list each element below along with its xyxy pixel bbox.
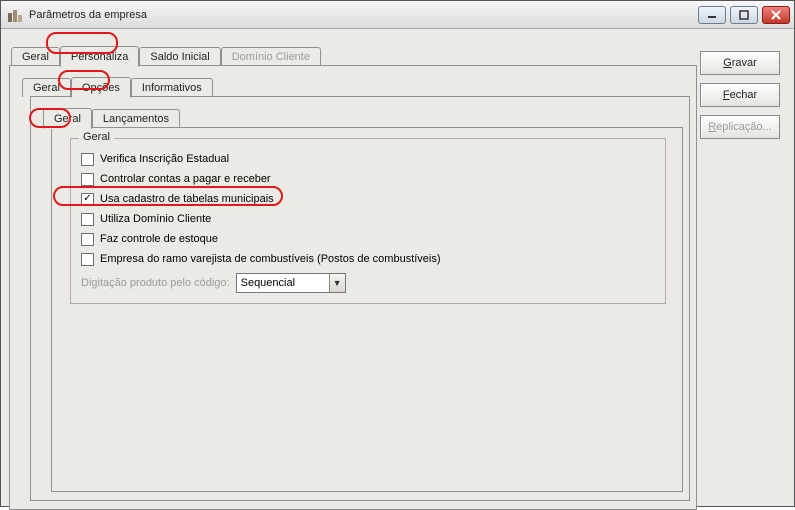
client-area: Gravar Fechar Replicação... Geral Person… xyxy=(1,29,794,506)
group-legend: Geral xyxy=(79,131,114,143)
close-button[interactable] xyxy=(762,6,790,24)
chk-controlar-contas-label: Controlar contas a pagar e receber xyxy=(100,173,271,185)
inner-panel: Geral Verifica Inscrição Estadual Contro… xyxy=(51,127,683,492)
digitacao-combo[interactable]: Sequencial ▼ xyxy=(236,273,346,293)
tab-outer-dominio-cliente: Domínio Cliente xyxy=(221,47,321,66)
group-geral: Geral Verifica Inscrição Estadual Contro… xyxy=(70,138,666,304)
digitacao-label: Digitação produto pelo código: xyxy=(81,277,230,289)
titlebar: Parâmetros da empresa xyxy=(1,1,794,29)
tab-outer-geral[interactable]: Geral xyxy=(11,47,60,66)
mid-panel: Geral Lançamentos Geral Verifica Inscriç… xyxy=(30,96,690,501)
chk-ramo-combustiveis[interactable] xyxy=(81,253,94,266)
chk-controlar-contas[interactable] xyxy=(81,173,94,186)
inner-tabstrip: Geral Lançamentos xyxy=(41,105,689,127)
tab-inner-geral[interactable]: Geral xyxy=(43,108,92,129)
chevron-down-icon: ▼ xyxy=(329,274,345,292)
mid-tabstrip: Geral Opções Informativos xyxy=(20,74,696,96)
outer-tabstrip: Geral Personaliza Saldo Inicial Domínio … xyxy=(9,43,786,65)
chk-tabelas-municipais[interactable]: ✓ xyxy=(81,193,94,206)
maximize-button[interactable] xyxy=(730,6,758,24)
chk-controle-estoque-label: Faz controle de estoque xyxy=(100,233,218,245)
chk-controle-estoque[interactable] xyxy=(81,233,94,246)
tab-outer-personaliza[interactable]: Personaliza xyxy=(60,46,139,67)
outer-panel: Geral Opções Informativos Geral Lançamen… xyxy=(9,65,697,510)
window-title: Parâmetros da empresa xyxy=(29,9,698,21)
chk-verifica-inscricao-label: Verifica Inscrição Estadual xyxy=(100,153,229,165)
chk-verifica-inscricao[interactable] xyxy=(81,153,94,166)
tab-mid-opcoes[interactable]: Opções xyxy=(71,77,131,98)
digitacao-combo-value: Sequencial xyxy=(241,277,295,289)
chk-dominio-cliente[interactable] xyxy=(81,213,94,226)
tab-mid-geral[interactable]: Geral xyxy=(22,78,71,97)
tab-mid-informativos[interactable]: Informativos xyxy=(131,78,213,97)
chk-tabelas-municipais-label: Usa cadastro de tabelas municipais xyxy=(100,193,274,205)
chk-ramo-combustiveis-label: Empresa do ramo varejista de combustívei… xyxy=(100,253,441,265)
window-controls xyxy=(698,6,790,24)
minimize-button[interactable] xyxy=(698,6,726,24)
tab-outer-saldo-inicial[interactable]: Saldo Inicial xyxy=(139,47,220,66)
app-icon xyxy=(7,7,23,23)
tab-inner-lancamentos[interactable]: Lançamentos xyxy=(92,109,180,128)
chk-dominio-cliente-label: Utiliza Domínio Cliente xyxy=(100,213,211,225)
